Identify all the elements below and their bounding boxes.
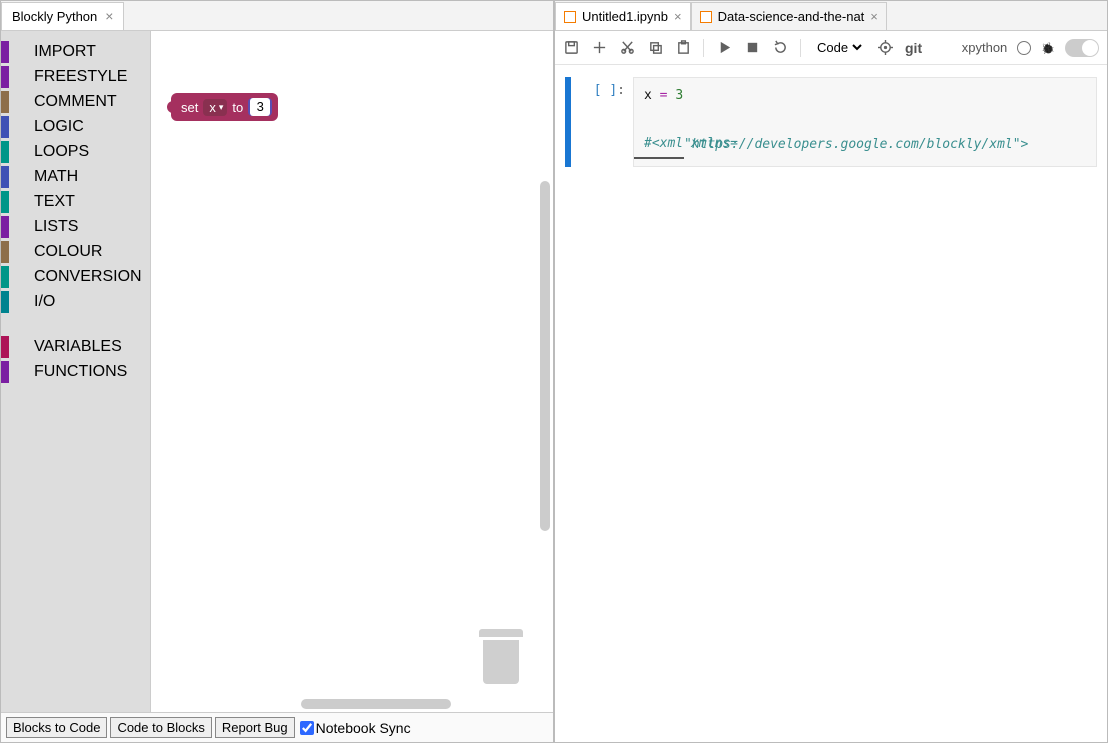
category-color-swatch (1, 66, 9, 88)
close-icon[interactable]: × (674, 9, 682, 24)
kernel-status-icon (1017, 41, 1031, 55)
notebook-tab[interactable]: Untitled1.ipynb × (555, 2, 691, 30)
toolbox-category-lists[interactable]: LISTS (1, 214, 150, 239)
category-label: CONVERSION (34, 268, 142, 286)
variable-dropdown[interactable]: x (203, 99, 227, 116)
notebook-sync-checkbox[interactable] (300, 721, 314, 735)
category-label: I/O (34, 293, 55, 311)
category-color-swatch (1, 191, 9, 213)
blocks-to-code-button[interactable]: Blocks to Code (6, 717, 107, 738)
toolbox-category-logic[interactable]: LOGIC (1, 114, 150, 139)
category-color-swatch (1, 216, 9, 238)
toolbox-category-colour[interactable]: COLOUR (1, 239, 150, 264)
toolbox-category-variables[interactable]: VARIABLES (1, 334, 150, 359)
category-label: LISTS (34, 218, 78, 236)
toolbox-category-math[interactable]: MATH (1, 164, 150, 189)
tab-label: Untitled1.ipynb (582, 9, 668, 24)
toggle-switch[interactable] (1065, 39, 1099, 57)
category-label: COLOUR (34, 243, 102, 261)
notebook-file-icon (700, 11, 712, 23)
number-slot[interactable]: 3 (248, 98, 272, 116)
toolbox-category-import[interactable]: IMPORT (1, 39, 150, 64)
category-label: TEXT (34, 193, 75, 211)
stop-icon[interactable] (744, 40, 760, 56)
category-label: VARIABLES (34, 338, 122, 356)
code-to-blocks-button[interactable]: Code to Blocks (110, 717, 211, 738)
kernel-name[interactable]: xpython (962, 40, 1008, 55)
code-cell[interactable]: [ ]: x = 3 #<xml xmlns="https://develope… (565, 77, 1097, 167)
category-color-swatch (1, 141, 9, 163)
trashcan-icon[interactable] (479, 634, 523, 692)
copy-icon[interactable] (647, 40, 663, 56)
category-color-swatch (1, 241, 9, 263)
cell-active-bar (565, 77, 571, 167)
cell-editor[interactable]: x = 3 #<xml xmlns="https://developers.go… (633, 77, 1097, 167)
set-variable-block[interactable]: set x to 3 (171, 93, 278, 121)
toolbox-category-loops[interactable]: LOOPS (1, 139, 150, 164)
cell-prompt: [ ]: (589, 77, 633, 167)
blockly-toolbox: IMPORT FREESTYLE COMMENT LOGIC LOOPS MATH TEXT… (1, 31, 151, 712)
category-label: LOOPS (34, 143, 89, 161)
cell-type-select[interactable]: Code (813, 39, 865, 56)
block-set-label: set (181, 100, 198, 115)
category-label: IMPORT (34, 43, 96, 61)
toolbox-category-i/o[interactable]: I/O (1, 289, 150, 314)
toolbox-category-comment[interactable]: COMMENT (1, 89, 150, 114)
paste-icon[interactable] (675, 40, 691, 56)
notebook-tab[interactable]: Data-science-and-the-nat × (691, 2, 887, 30)
tab-label: Blockly Python (12, 9, 97, 24)
category-color-swatch (1, 91, 9, 113)
run-icon[interactable] (716, 40, 732, 56)
cut-icon[interactable] (619, 40, 635, 56)
horizontal-scrollbar[interactable] (301, 699, 451, 709)
category-color-swatch (1, 116, 9, 138)
report-bug-button[interactable]: Report Bug (215, 717, 295, 738)
category-color-swatch (1, 266, 9, 288)
vertical-scrollbar[interactable] (540, 181, 550, 531)
notebook-file-icon (564, 11, 576, 23)
notebook-area[interactable]: [ ]: x = 3 #<xml xmlns="https://develope… (555, 65, 1107, 742)
category-label: FREESTYLE (34, 68, 127, 86)
category-label: LOGIC (34, 118, 84, 136)
category-color-swatch (1, 166, 9, 188)
category-label: FUNCTIONS (34, 363, 127, 381)
tab-label: Data-science-and-the-nat (718, 9, 865, 24)
category-color-swatch (1, 336, 9, 358)
category-color-swatch (1, 41, 9, 63)
notebook-sync-label[interactable]: Notebook Sync (300, 720, 411, 736)
toolbox-category-functions[interactable]: FUNCTIONS (1, 359, 150, 384)
category-label: COMMENT (34, 93, 117, 111)
category-color-swatch (1, 291, 9, 313)
left-tab-bar: Blockly Python × (1, 1, 553, 31)
blockly-body: IMPORT FREESTYLE COMMENT LOGIC LOOPS MATH TEXT… (1, 31, 553, 712)
blockly-workspace[interactable]: set x to 3 (151, 31, 553, 712)
toolbox-category-text[interactable]: TEXT (1, 189, 150, 214)
blockly-panel: Blockly Python × IMPORT FREESTYLE COMMENT L… (0, 0, 554, 743)
tab-blockly-python[interactable]: Blockly Python × (1, 2, 124, 30)
close-icon[interactable]: × (870, 9, 878, 24)
add-cell-icon[interactable] (591, 40, 607, 56)
notebook-tab-bar: Untitled1.ipynb×Data-science-and-the-nat… (555, 1, 1107, 31)
notebook-panel: Untitled1.ipynb×Data-science-and-the-nat… (554, 0, 1108, 743)
category-label: MATH (34, 168, 78, 186)
restart-icon[interactable] (772, 40, 788, 56)
number-input[interactable]: 3 (250, 98, 270, 116)
close-icon[interactable]: × (105, 8, 113, 24)
notebook-toolbar: Code git xpython (555, 31, 1107, 65)
block-to-label: to (232, 100, 243, 115)
blockly-bottom-bar: Blocks to Code Code to Blocks Report Bug… (1, 712, 553, 742)
category-color-swatch (1, 361, 9, 383)
toolbox-category-conversion[interactable]: CONVERSION (1, 264, 150, 289)
git-button[interactable]: git (905, 40, 922, 56)
bug-icon[interactable] (1041, 40, 1055, 55)
target-icon[interactable] (877, 40, 893, 56)
save-icon[interactable] (563, 40, 579, 56)
toolbox-category-freestyle[interactable]: FREESTYLE (1, 64, 150, 89)
